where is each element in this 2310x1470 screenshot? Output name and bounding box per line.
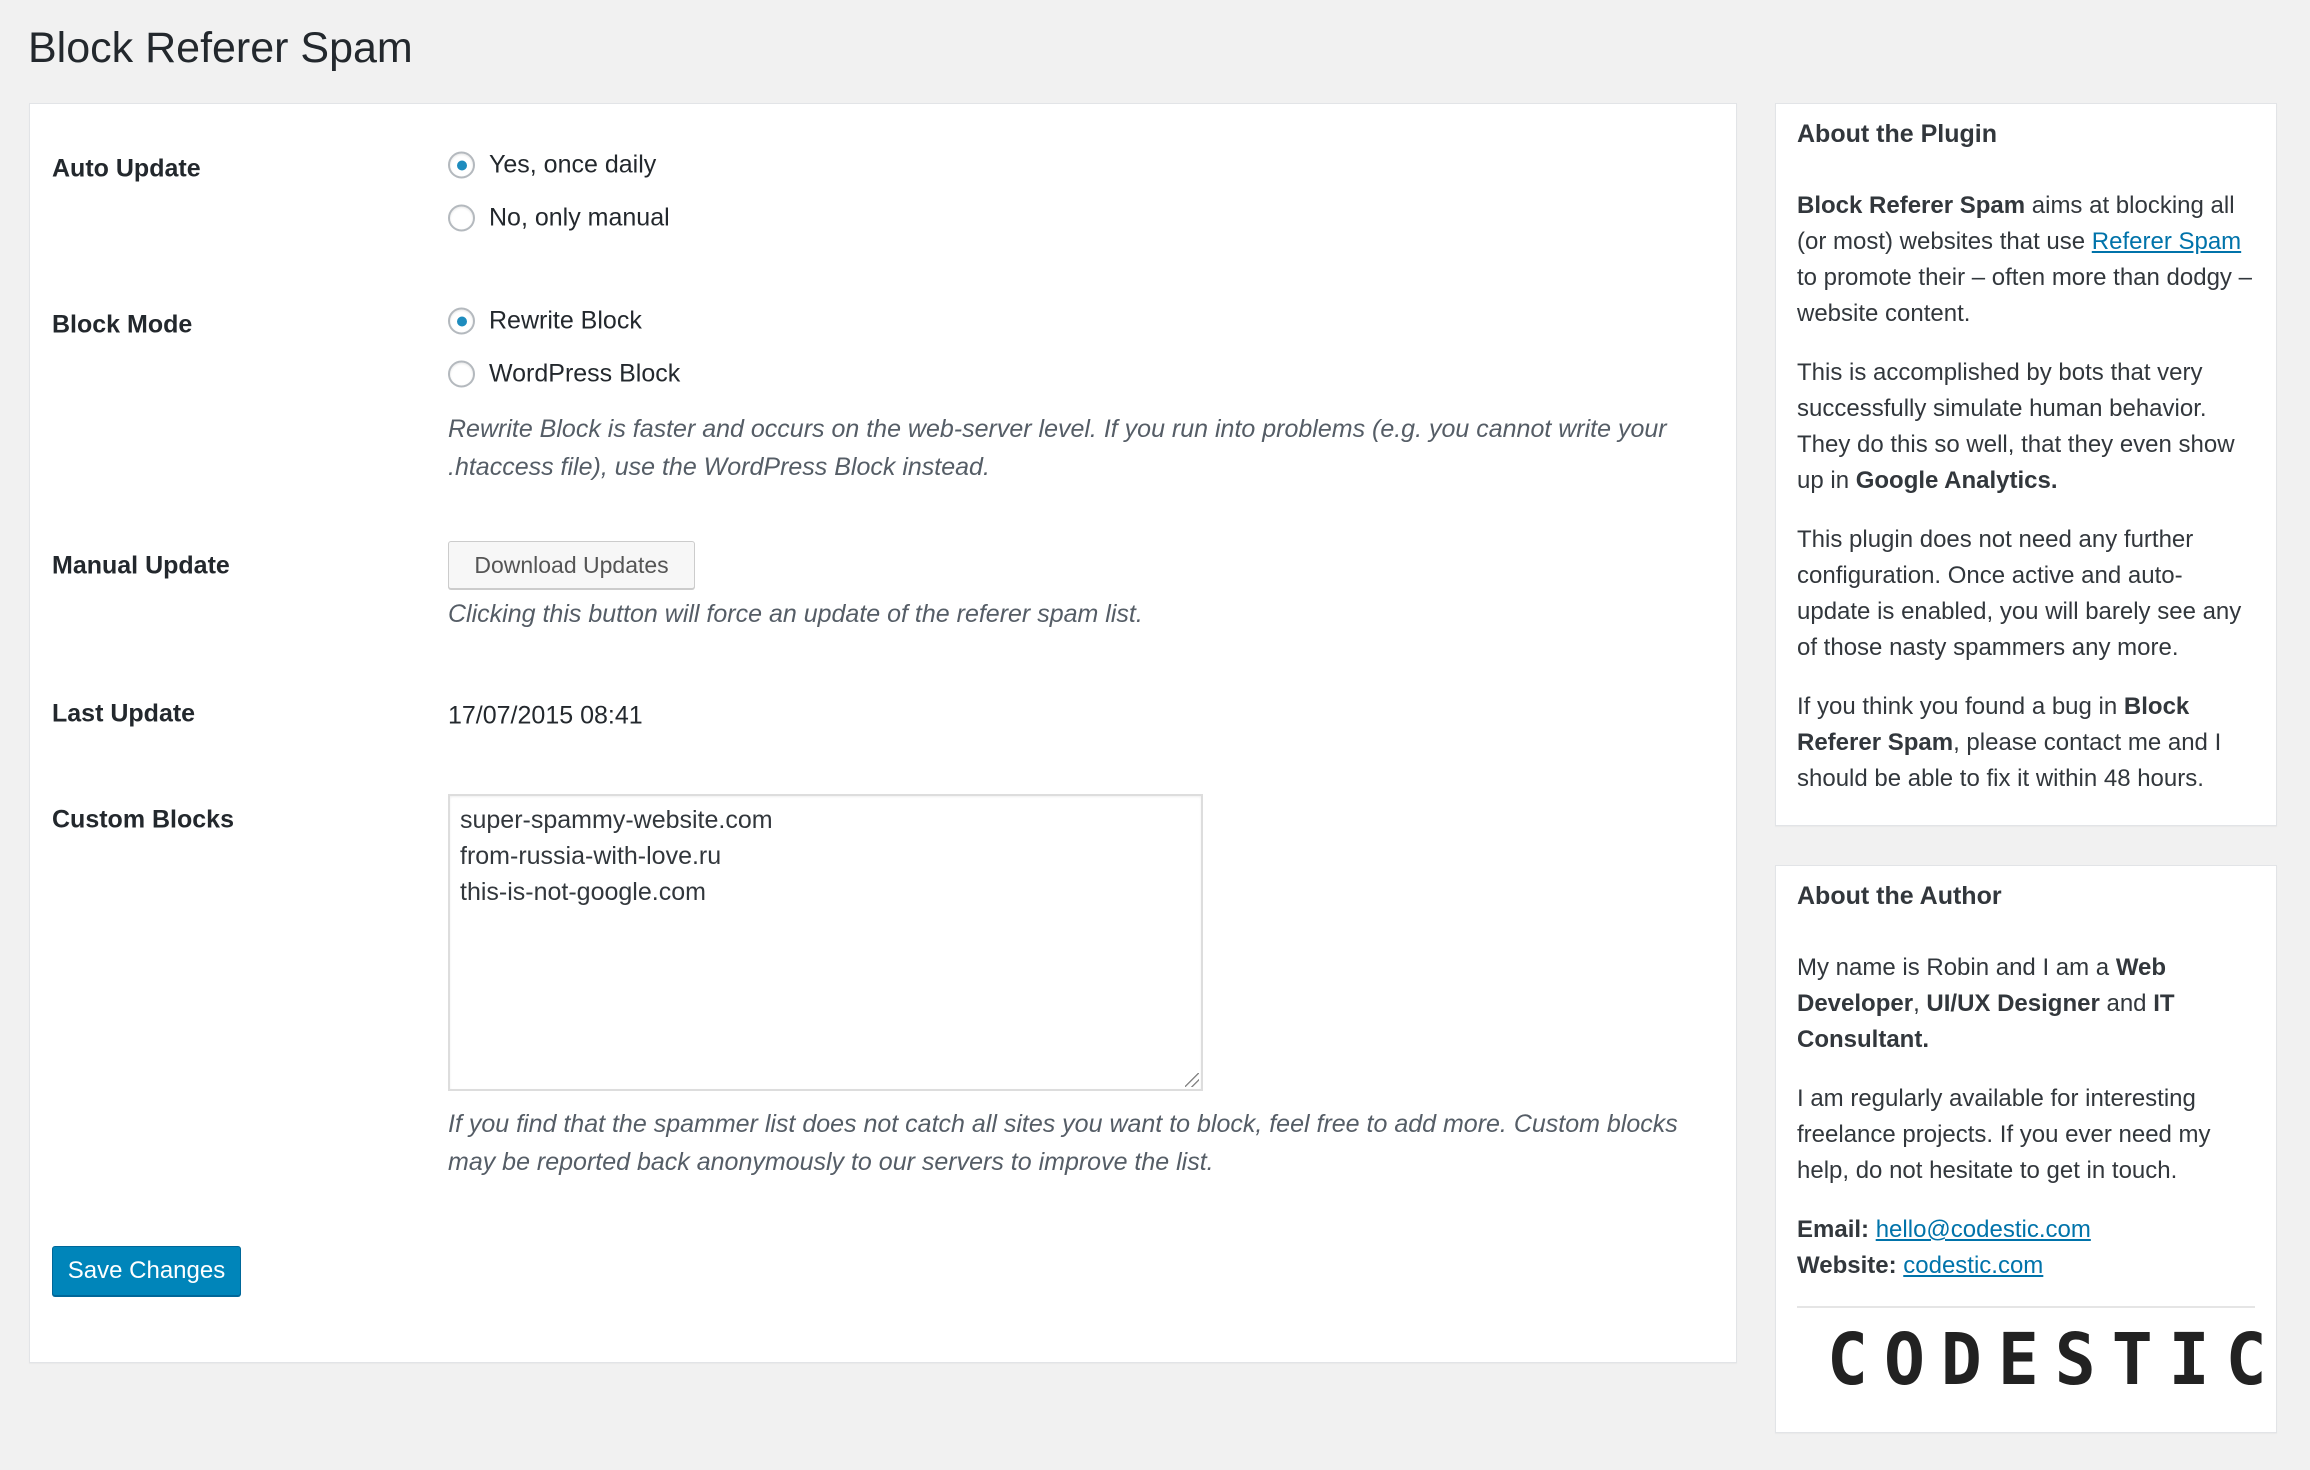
plugin-paragraph: If you think you found a bug in Block Re… (1797, 689, 2255, 797)
page-title: Block Referer Spam (28, 24, 413, 72)
radio-block-mode-rewrite[interactable]: Rewrite Block (448, 307, 642, 336)
bold-text: Google Analytics. (1855, 467, 2058, 494)
bold-text: UI/UX Designer (1926, 990, 2100, 1017)
radio-label: Rewrite Block (489, 306, 642, 335)
last-update-label: Last Update (52, 699, 196, 728)
radio-label: No, only manual (489, 203, 670, 232)
auto-update-label: Auto Update (52, 154, 201, 183)
text: , (1913, 990, 1927, 1017)
plugin-paragraph: This is accomplished by bots that very s… (1797, 355, 2255, 499)
divider (1797, 1306, 2255, 1308)
text: If you think you found a bug in (1797, 693, 2124, 720)
about-plugin-box: About the Plugin Block Referer Spam aims… (1775, 103, 2277, 826)
download-updates-button[interactable]: Download Updates (448, 541, 695, 589)
custom-blocks-textarea[interactable]: super-spammy-website.com from-russia-wit… (448, 794, 1203, 1091)
text: My name is Robin and I am a (1797, 954, 2116, 981)
custom-blocks-label: Custom Blocks (52, 805, 234, 834)
manual-update-label: Manual Update (52, 551, 230, 580)
radio-unchecked-icon[interactable] (448, 360, 475, 388)
referer-spam-link[interactable]: Referer Spam (2092, 228, 2241, 255)
radio-label: Yes, once daily (489, 150, 657, 179)
block-mode-label: Block Mode (52, 310, 193, 339)
textarea-line: from-russia-with-love.ru (460, 842, 722, 870)
author-paragraph: I am regularly available for interesting… (1797, 1085, 2211, 1184)
desc-line: may be reported back anonymously to our … (448, 1148, 1214, 1176)
email-link[interactable]: hello@codestic.com (1876, 1216, 2091, 1243)
desc-line: .htaccess file), use the WordPress Block… (448, 453, 990, 481)
email-label: Email: (1797, 1216, 1870, 1243)
website-row: Website: codestic.com (1797, 1248, 2255, 1284)
radio-label: WordPress Block (489, 359, 681, 388)
textarea-line: this-is-not-google.com (460, 878, 706, 906)
custom-blocks-description: If you find that the spammer list does n… (448, 1105, 1678, 1181)
textarea-line: super-spammy-website.com (460, 806, 773, 834)
plugin-paragraph: Block Referer Spam aims at blocking all … (1797, 188, 2255, 332)
author-paragraph: My name is Robin and I am a Web Develope… (1797, 950, 2255, 1058)
bold-text: Block Referer Spam (1797, 192, 2026, 219)
about-author-title: About the Author (1797, 882, 2002, 910)
desc-line: If you find that the spammer list does n… (448, 1110, 1678, 1138)
manual-update-description: Clicking this button will force an updat… (448, 600, 1143, 628)
website-link[interactable]: codestic.com (1903, 1252, 2043, 1279)
last-update-value: 17/07/2015 08:41 (448, 701, 643, 730)
about-plugin-title: About the Plugin (1797, 120, 1997, 148)
text: to promote their – often more than dodgy… (1797, 264, 2252, 327)
desc-line: Rewrite Block is faster and occurs on th… (448, 415, 1667, 443)
radio-checked-icon[interactable] (448, 151, 475, 179)
codestic-wordmark: CODESTIC (1827, 1319, 2283, 1402)
resize-handle-icon[interactable] (1185, 1073, 1199, 1087)
about-author-box: About the Author My name is Robin and I … (1775, 865, 2277, 1433)
website-label: Website: (1797, 1252, 1897, 1279)
radio-auto-update-yes[interactable]: Yes, once daily (448, 151, 656, 180)
text: and (2099, 990, 2154, 1017)
codestic-logo: CODESTIC (1797, 1322, 2267, 1400)
email-row: Email: hello@codestic.com (1797, 1212, 2255, 1248)
radio-block-mode-wordpress[interactable]: WordPress Block (448, 360, 680, 389)
radio-checked-icon[interactable] (448, 307, 475, 335)
radio-auto-update-no[interactable]: No, only manual (448, 204, 670, 233)
radio-unchecked-icon[interactable] (448, 204, 475, 232)
plugin-paragraph: This plugin does not need any further co… (1797, 526, 2242, 661)
save-changes-button[interactable]: Save Changes (52, 1246, 241, 1296)
block-mode-description: Rewrite Block is faster and occurs on th… (448, 410, 1667, 486)
